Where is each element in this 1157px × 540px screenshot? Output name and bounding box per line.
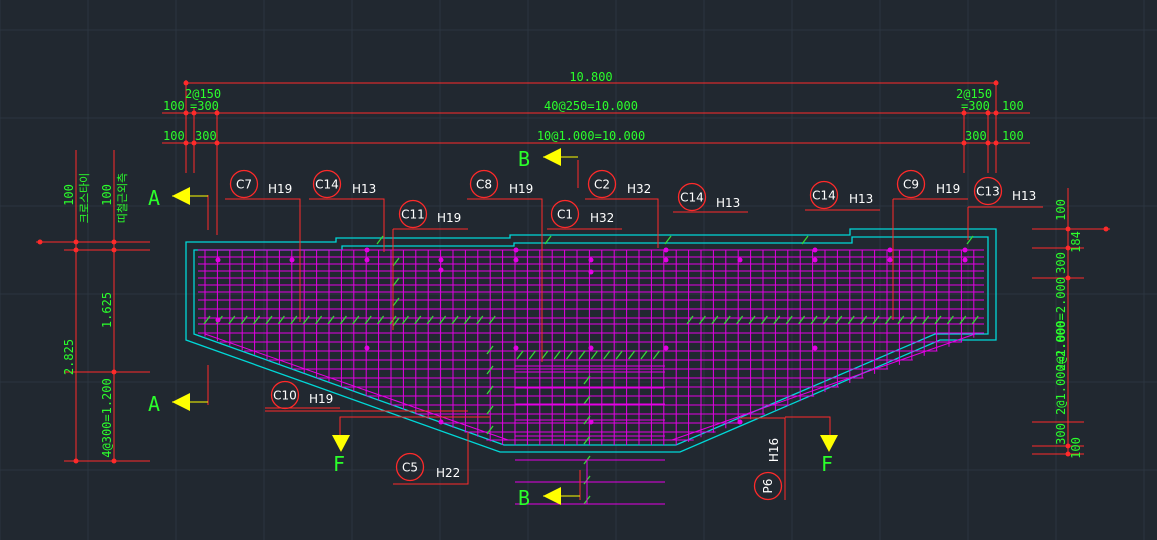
dim-right-lower: 2@1.000=2.000 <box>1054 321 1068 415</box>
tag-size: H19 <box>309 392 333 406</box>
tag-id: C9 <box>903 178 919 192</box>
tag-id: C14 <box>680 191 704 205</box>
cad-drawing-canvas[interactable]: 10.800 2@150 100 =300 40@250=10.000 2@15… <box>0 0 1157 540</box>
dim-right-100b: 100 <box>1069 437 1083 459</box>
dim-left-lower: 4@300=1.200 <box>100 378 114 457</box>
dim-left-top-100a: 100 <box>62 184 76 206</box>
tag-id: C2 <box>594 178 610 192</box>
dim-top-right-b: =300 <box>961 99 990 113</box>
dim-overall: 10.800 <box>569 70 612 84</box>
tag-size: H19 <box>509 182 533 196</box>
tag-id: C14 <box>812 189 836 203</box>
tag-size: H19 <box>936 182 960 196</box>
tag-size: H19 <box>268 182 292 196</box>
section-label-f-right: F <box>821 452 833 476</box>
tag-id: C8 <box>476 178 492 192</box>
dim-row3-right-b: 100 <box>1002 129 1024 143</box>
tag-size: H32 <box>590 211 614 225</box>
tag-size: H13 <box>1012 189 1036 203</box>
dim-left-upper: 1.625 <box>100 292 114 328</box>
tag-id: C11 <box>401 208 425 222</box>
dim-top-left-c: =300 <box>190 99 219 113</box>
dim-right-300b: 300 <box>1054 423 1068 445</box>
tag-size: H19 <box>437 211 461 225</box>
dim-row3-mid: 10@1.000=10.000 <box>537 129 645 143</box>
left-note-stirrup-outer: 띠철근외측 <box>116 173 129 224</box>
tag-size: H13 <box>352 182 376 196</box>
dim-left-total: 2.825 <box>62 339 76 375</box>
dim-top-right-c: 100 <box>1002 99 1024 113</box>
tag-id: C5 <box>402 461 418 475</box>
dim-top-mid: 40@250=10.000 <box>544 99 638 113</box>
tag-size: H16 <box>767 438 781 462</box>
section-label-a-top: A <box>148 186 160 210</box>
dim-right-184: 184 <box>1069 231 1083 253</box>
dim-row3-right-a: 300 <box>965 129 987 143</box>
dim-row3-left-b: 300 <box>195 129 217 143</box>
tag-id: C7 <box>236 178 252 192</box>
tag-size: H32 <box>627 182 651 196</box>
section-label-a-bottom: A <box>148 392 160 416</box>
dim-right-100: 100 <box>1054 199 1068 221</box>
dim-row3-left-a: 100 <box>163 129 185 143</box>
dim-right-300a: 300 <box>1054 252 1068 274</box>
section-label-b-top: B <box>518 147 530 171</box>
tag-id: C10 <box>273 389 297 403</box>
dim-left-top-100b: 100 <box>100 184 114 206</box>
tag-size: H13 <box>849 192 873 206</box>
tag-size: H22 <box>436 466 460 480</box>
tag-id: P6 <box>761 479 775 494</box>
tag-id: C14 <box>315 178 339 192</box>
tag-id: C13 <box>976 185 1000 199</box>
left-note-crosstie: 크로스타이 <box>78 173 91 224</box>
tag-id: C1 <box>557 208 573 222</box>
section-label-f-left: F <box>333 452 345 476</box>
tag-size: H13 <box>716 196 740 210</box>
dim-top-left-b: 100 <box>163 99 185 113</box>
section-label-b-bottom: B <box>518 486 530 510</box>
